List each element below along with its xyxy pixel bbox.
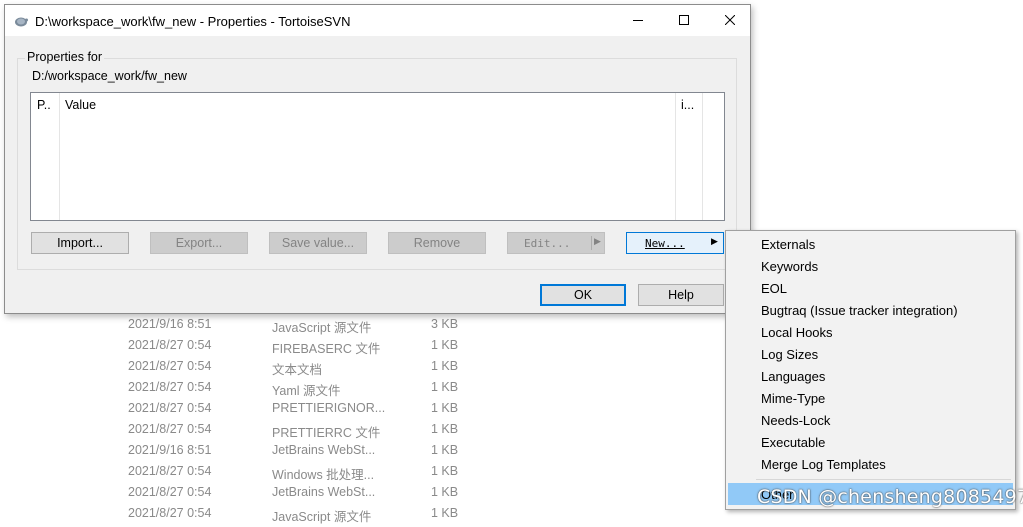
file-type: PRETTIERIGNOR... bbox=[272, 401, 386, 415]
column-header-value[interactable]: Value bbox=[65, 98, 96, 112]
file-size: 3 KB bbox=[431, 317, 459, 331]
help-button[interactable]: Help bbox=[638, 284, 724, 306]
column-property[interactable]: P.. bbox=[31, 93, 60, 220]
close-icon bbox=[724, 13, 736, 28]
file-type: PRETTIERRC 文件 bbox=[272, 426, 381, 440]
file-date: 2021/8/27 0:54 bbox=[128, 506, 212, 520]
file-type: JetBrains WebSt... bbox=[272, 485, 376, 499]
menu-item-keywords[interactable]: Keywords bbox=[728, 255, 1013, 277]
file-type: JavaScript 源文件 bbox=[272, 510, 372, 524]
menu-item-local-hooks[interactable]: Local Hooks bbox=[728, 321, 1013, 343]
menu-item-label: Bugtraq (Issue tracker integration) bbox=[761, 303, 958, 318]
menu-item-executable[interactable]: Executable bbox=[728, 431, 1013, 453]
properties-dialog: D:\workspace_work\fw_new - Properties - … bbox=[4, 4, 751, 314]
file-type: Windows 批处理... bbox=[272, 468, 375, 482]
file-size: 1 KB bbox=[431, 359, 459, 373]
file-size: 1 KB bbox=[431, 464, 459, 478]
remove-button[interactable]: Remove bbox=[388, 232, 486, 254]
file-row: 2021/9/16 8:51 JavaScript 源文件 3 KB bbox=[128, 317, 488, 338]
split-divider bbox=[591, 236, 592, 250]
tortoisesvn-icon bbox=[14, 14, 28, 28]
file-size: 1 KB bbox=[431, 401, 459, 415]
menu-item-label: Executable bbox=[761, 435, 826, 450]
file-row: 2021/8/27 0:54 PRETTIERRC 文件 1 KB bbox=[128, 422, 488, 443]
menu-item-needs-lock[interactable]: Needs-Lock bbox=[728, 409, 1013, 431]
menu-item-label: Merge Log Templates bbox=[761, 457, 886, 472]
file-row: 2021/8/27 0:54 JetBrains WebSt... 1 KB bbox=[128, 485, 488, 506]
minimize-button[interactable] bbox=[615, 5, 661, 36]
maximize-button[interactable] bbox=[661, 5, 707, 36]
close-button[interactable] bbox=[707, 5, 753, 36]
menu-item-externals[interactable]: Externals bbox=[728, 233, 1013, 255]
file-row: 2021/9/16 8:51 JetBrains WebSt... 1 KB bbox=[128, 443, 488, 464]
chevron-right-icon: ▶ bbox=[711, 236, 718, 246]
file-size: 1 KB bbox=[431, 380, 459, 394]
file-size: 1 KB bbox=[431, 443, 459, 457]
file-size: 1 KB bbox=[431, 506, 459, 520]
column-header-inherited[interactable]: i... bbox=[681, 98, 694, 112]
file-row: 2021/8/27 0:54 FIREBASERC 文件 1 KB bbox=[128, 338, 488, 359]
file-date: 2021/8/27 0:54 bbox=[128, 464, 212, 478]
export-button[interactable]: Export... bbox=[150, 232, 248, 254]
menu-item-label: Log Sizes bbox=[761, 347, 819, 362]
file-date: 2021/8/27 0:54 bbox=[128, 359, 212, 373]
properties-list[interactable]: P.. Value i... bbox=[30, 92, 725, 221]
file-type: FIREBASERC 文件 bbox=[272, 342, 381, 356]
column-header-property[interactable]: P.. bbox=[37, 98, 51, 112]
save-value-button[interactable]: Save value... bbox=[269, 232, 367, 254]
properties-path: D:/workspace_work/fw_new bbox=[32, 69, 187, 83]
file-date: 2021/9/16 8:51 bbox=[128, 317, 212, 331]
edit-button-label: Edit... bbox=[524, 236, 571, 250]
menu-item-label: EOL bbox=[761, 281, 788, 296]
file-row: 2021/8/27 0:54 Windows 批处理... 1 KB bbox=[128, 464, 488, 485]
menu-item-label: Mime-Type bbox=[761, 391, 826, 406]
menu-item-label: Keywords bbox=[761, 259, 819, 274]
file-size: 1 KB bbox=[431, 338, 459, 352]
ok-button[interactable]: OK bbox=[540, 284, 626, 306]
menu-item-merge-log-templates[interactable]: Merge Log Templates bbox=[728, 453, 1013, 475]
file-row: 2021/8/27 0:54 PRETTIERIGNOR... 1 KB bbox=[128, 401, 488, 422]
menu-item-eol[interactable]: EOL bbox=[728, 277, 1013, 299]
file-row: 2021/8/27 0:54 文本文档 1 KB bbox=[128, 359, 488, 380]
file-size: 1 KB bbox=[431, 422, 459, 436]
import-button[interactable]: Import... bbox=[31, 232, 129, 254]
file-date: 2021/8/27 0:54 bbox=[128, 485, 212, 499]
file-type: JetBrains WebSt... bbox=[272, 443, 376, 457]
edit-split-button[interactable]: Edit... ▶ bbox=[507, 232, 605, 254]
file-date: 2021/8/27 0:54 bbox=[128, 380, 212, 394]
menu-item-mime-type[interactable]: Mime-Type bbox=[728, 387, 1013, 409]
file-row: 2021/8/27 0:54 JavaScript 源文件 1 KB bbox=[128, 506, 488, 527]
menu-item-label: Needs-Lock bbox=[761, 413, 831, 428]
new-property-menu: Externals Keywords EOL Bugtraq (Issue tr… bbox=[725, 230, 1016, 510]
group-label: Properties for bbox=[25, 50, 105, 64]
file-date: 2021/8/27 0:54 bbox=[128, 338, 212, 352]
menu-item-languages[interactable]: Languages bbox=[728, 365, 1013, 387]
menu-separator bbox=[756, 479, 1011, 480]
file-date: 2021/8/27 0:54 bbox=[128, 401, 212, 415]
title-bar[interactable]: D:\workspace_work\fw_new - Properties - … bbox=[5, 5, 750, 36]
menu-item-label: Languages bbox=[761, 369, 826, 384]
dialog-body: Properties for D:/workspace_work/fw_new … bbox=[5, 36, 750, 313]
column-value[interactable]: Value bbox=[59, 93, 676, 220]
menu-item-label: Local Hooks bbox=[761, 325, 833, 340]
file-type: Yaml 源文件 bbox=[272, 384, 341, 398]
menu-item-log-sizes[interactable]: Log Sizes bbox=[728, 343, 1013, 365]
minimize-icon bbox=[633, 13, 643, 28]
new-split-button[interactable]: New... ▶ bbox=[626, 232, 724, 254]
watermark: CSDN @chensheng8085497 bbox=[757, 486, 1023, 508]
file-row: 2021/8/27 0:54 Yaml 源文件 1 KB bbox=[128, 380, 488, 401]
file-size: 1 KB bbox=[431, 485, 459, 499]
file-type: JavaScript 源文件 bbox=[272, 321, 372, 335]
maximize-icon bbox=[679, 13, 689, 28]
menu-item-bugtraq[interactable]: Bugtraq (Issue tracker integration) bbox=[728, 299, 1013, 321]
window-title: D:\workspace_work\fw_new - Properties - … bbox=[35, 14, 351, 29]
menu-item-label: Externals bbox=[761, 237, 816, 252]
file-type: 文本文档 bbox=[272, 363, 323, 377]
file-date: 2021/8/27 0:54 bbox=[128, 422, 212, 436]
file-date: 2021/9/16 8:51 bbox=[128, 443, 212, 457]
chevron-right-icon: ▶ bbox=[594, 236, 601, 246]
new-button-label: New... bbox=[645, 236, 685, 250]
column-inherited[interactable]: i... bbox=[676, 93, 703, 220]
